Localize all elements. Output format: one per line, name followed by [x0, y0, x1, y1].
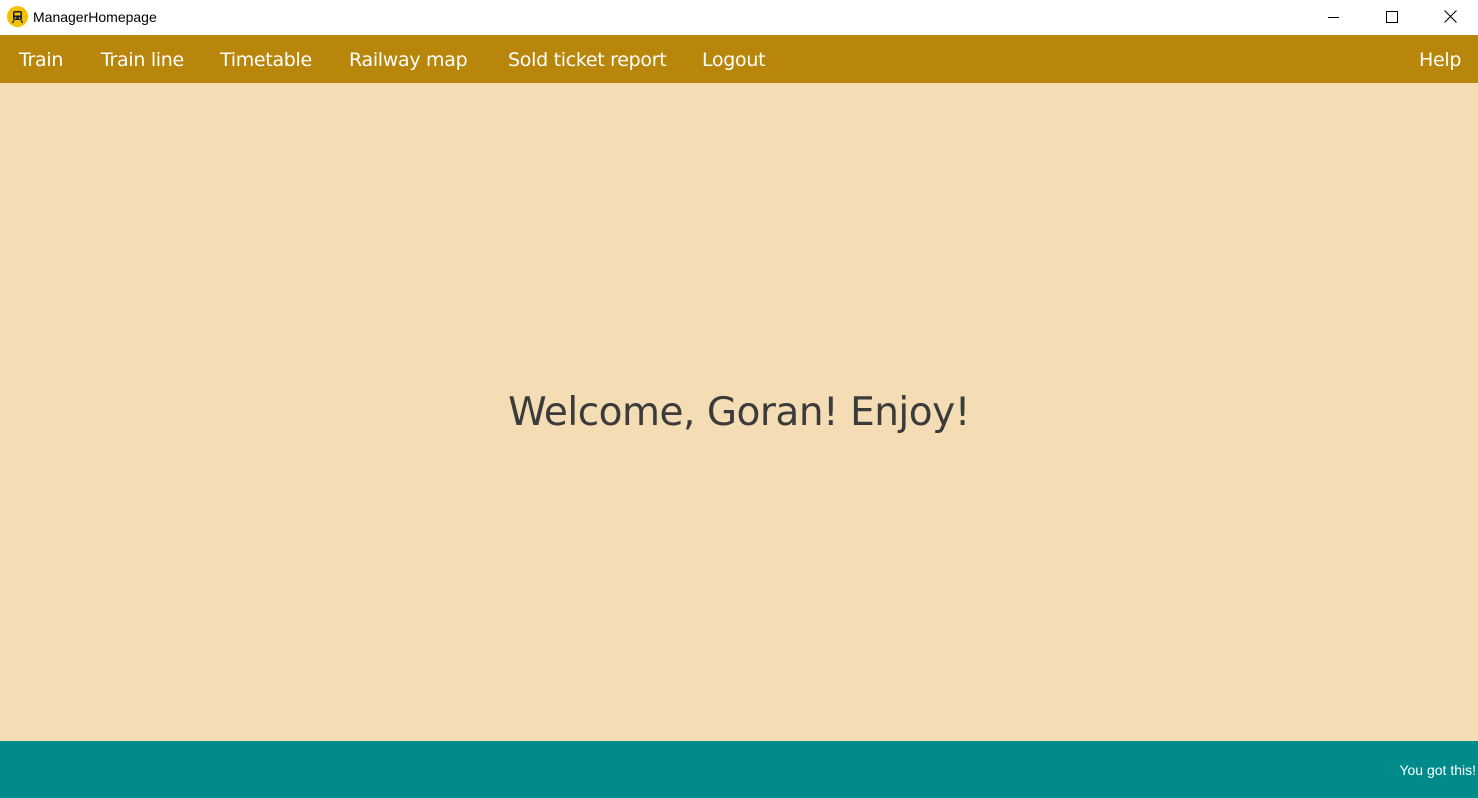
menu-item-train[interactable]: Train: [19, 35, 63, 83]
menu-item-sold-ticket-report[interactable]: Sold ticket report: [508, 35, 667, 83]
menu-item-logout[interactable]: Logout: [702, 35, 766, 83]
status-bar: You got this!: [0, 741, 1478, 798]
main-content: Welcome, Goran! Enjoy!: [0, 83, 1478, 741]
menu-item-timetable[interactable]: Timetable: [220, 35, 312, 83]
maximize-button[interactable]: [1363, 0, 1421, 33]
minimize-icon: [1328, 16, 1339, 18]
menu-item-train-line[interactable]: Train line: [101, 35, 184, 83]
title-bar[interactable]: ManagerHomepage: [0, 0, 1478, 35]
status-message: You got this!: [1399, 762, 1476, 778]
window-title: ManagerHomepage: [33, 9, 157, 25]
app-window: ManagerHomepage Train Train line Timetab…: [0, 0, 1478, 798]
minimize-button[interactable]: [1305, 0, 1363, 33]
close-icon: [1443, 10, 1457, 23]
menu-bar: Train Train line Timetable Railway map S…: [0, 35, 1478, 83]
menu-item-help[interactable]: Help: [1419, 35, 1461, 83]
menu-item-railway-map[interactable]: Railway map: [349, 35, 468, 83]
welcome-message: Welcome, Goran! Enjoy!: [508, 390, 970, 435]
close-button[interactable]: [1421, 0, 1478, 33]
maximize-icon: [1386, 10, 1398, 23]
train-icon: [7, 6, 28, 27]
